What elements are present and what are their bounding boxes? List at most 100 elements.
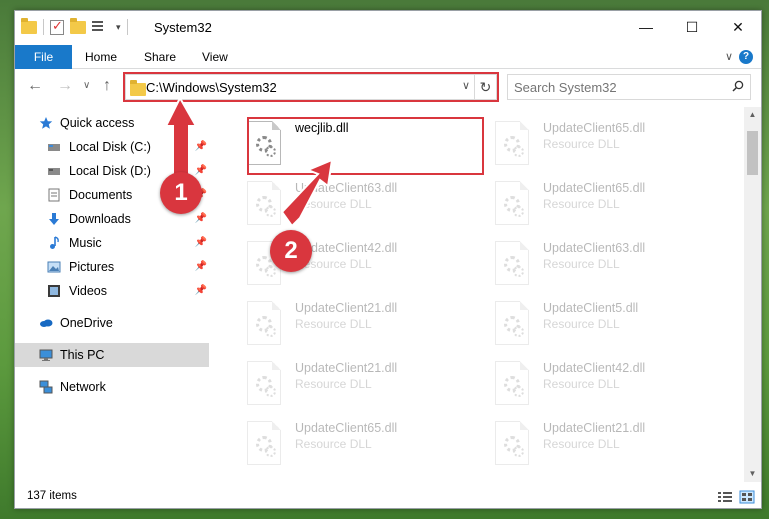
- dll-file-icon: [495, 181, 529, 225]
- dll-file-icon: [247, 361, 281, 405]
- pictures-icon: [47, 261, 61, 273]
- scroll-thumb[interactable]: [747, 131, 758, 175]
- search-icon[interactable]: [732, 80, 744, 92]
- file-item[interactable]: UpdateClient5.dll Resource DLL: [485, 295, 720, 351]
- sidebar-item-music[interactable]: Music 📌: [15, 231, 209, 255]
- scroll-down-arrow-icon[interactable]: ▼: [744, 466, 761, 482]
- customize-toolbar-chevron-icon[interactable]: ▾: [116, 22, 121, 33]
- sidebar-item-onedrive[interactable]: OneDrive: [15, 311, 209, 335]
- file-item[interactable]: UpdateClient65.dll Resource DLL: [485, 115, 720, 171]
- pin-icon[interactable]: 📌: [195, 141, 207, 152]
- sidebar-item-label: This PC: [60, 348, 105, 362]
- forward-arrow-icon[interactable]: →: [57, 77, 73, 95]
- sidebar-item-pictures[interactable]: Pictures 📌: [15, 255, 209, 279]
- details-view-icon[interactable]: [717, 490, 733, 504]
- expand-ribbon-chevron-icon[interactable]: ∨: [725, 50, 733, 63]
- scroll-up-arrow-icon[interactable]: ▲: [744, 107, 761, 123]
- file-item[interactable]: UpdateClient21.dll Resource DLL: [485, 415, 720, 471]
- step-one-callout: 1: [160, 172, 202, 214]
- dll-file-icon: [247, 181, 281, 225]
- file-item[interactable]: UpdateClient65.dll Resource DLL: [237, 415, 472, 471]
- toolbar-separator: [43, 19, 44, 35]
- file-name: UpdateClient21.dll: [295, 301, 398, 315]
- explorer-window: ▾ System32 — ☐ ✕ File Home Share View ∨ …: [14, 10, 762, 509]
- ribbon-tabs: File Home Share View ∨ ?: [15, 45, 761, 69]
- folder-icon[interactable]: [21, 17, 37, 34]
- file-item[interactable]: UpdateClient42.dll Resource DLL: [485, 355, 720, 411]
- file-type: Resource DLL: [295, 377, 372, 391]
- file-type: Resource DLL: [543, 437, 620, 451]
- tab-share[interactable]: Share: [144, 45, 176, 69]
- pin-icon[interactable]: 📌: [195, 285, 207, 296]
- pin-icon[interactable]: 📌: [195, 261, 207, 272]
- pin-icon[interactable]: 📌: [195, 237, 207, 248]
- search-input[interactable]: [514, 79, 724, 95]
- sidebar-item-this-pc[interactable]: This PC: [15, 343, 209, 367]
- file-item[interactable]: UpdateClient65.dll Resource DLL: [485, 175, 720, 231]
- file-item[interactable]: UpdateClient21.dll Resource DLL: [237, 295, 472, 351]
- sidebar-item-network[interactable]: Network: [15, 375, 209, 399]
- tab-home[interactable]: Home: [85, 45, 117, 69]
- sidebar-item-label: Local Disk (C:): [69, 140, 151, 154]
- new-folder-icon[interactable]: [70, 17, 86, 34]
- maximize-button[interactable]: ☐: [669, 11, 715, 43]
- window-controls: — ☐ ✕: [623, 11, 761, 43]
- properties-check-icon[interactable]: [50, 18, 64, 35]
- file-item[interactable]: UpdateClient63.dll Resource DLL: [237, 175, 472, 231]
- file-name: UpdateClient63.dll: [543, 241, 646, 255]
- file-type: Resource DLL: [543, 317, 620, 331]
- search-box[interactable]: [507, 74, 751, 100]
- sidebar-item-quick-access[interactable]: Quick access: [15, 111, 209, 135]
- dll-file-icon: [495, 421, 529, 465]
- close-button[interactable]: ✕: [715, 11, 761, 43]
- file-item[interactable]: UpdateClient21.dll Resource DLL: [237, 355, 472, 411]
- properties-icon[interactable]: [92, 20, 110, 34]
- music-icon: [50, 236, 59, 249]
- cloud-icon: [40, 319, 53, 327]
- back-arrow-icon[interactable]: ←: [27, 77, 43, 95]
- file-type: Resource DLL: [543, 257, 620, 271]
- up-arrow-icon[interactable]: ↑: [103, 77, 111, 95]
- star-icon: [39, 117, 53, 129]
- file-name: UpdateClient21.dll: [295, 361, 398, 375]
- download-icon: [49, 213, 59, 225]
- file-name: UpdateClient5.dll: [543, 301, 639, 315]
- file-type: Resource DLL: [295, 317, 372, 331]
- title-bar: ▾ System32 — ☐ ✕: [15, 11, 761, 45]
- sidebar-item-label: Videos: [69, 284, 107, 298]
- dll-file-icon: [247, 421, 281, 465]
- sidebar-item-label: Documents: [69, 188, 133, 202]
- navigation-bar: ← → ∨ ↑ C:\Windows\System32 ∨ ↻: [15, 70, 761, 104]
- toolbar-separator: [126, 19, 128, 35]
- file-type: Resource DLL: [543, 377, 620, 391]
- computer-icon: [39, 349, 53, 361]
- navigation-pane: Quick access Local Disk (C:) 📌 Local Dis…: [15, 107, 211, 482]
- pin-icon[interactable]: 📌: [195, 213, 207, 224]
- sidebar-item-label: Network: [60, 380, 106, 394]
- drive-icon: [48, 144, 60, 151]
- help-icon[interactable]: ?: [739, 50, 753, 64]
- dll-file-icon: [495, 301, 529, 345]
- sidebar-item-label: Quick access: [60, 116, 135, 130]
- sidebar-item-local-disk-c[interactable]: Local Disk (C:) 📌: [15, 135, 209, 159]
- tab-file[interactable]: File: [15, 45, 72, 69]
- vertical-scrollbar[interactable]: ▲ ▼: [744, 107, 761, 482]
- drive-icon: [48, 168, 60, 175]
- pin-icon[interactable]: 📌: [195, 165, 207, 176]
- quick-access-toolbar: ▾: [21, 17, 128, 35]
- file-name: UpdateClient42.dll: [543, 361, 646, 375]
- sidebar-item-label: OneDrive: [60, 316, 113, 330]
- tab-view[interactable]: View: [202, 45, 228, 69]
- file-type: Resource DLL: [543, 137, 620, 151]
- sidebar-item-videos[interactable]: Videos 📌: [15, 279, 209, 303]
- large-icons-view-icon[interactable]: [739, 490, 755, 504]
- minimize-button[interactable]: —: [623, 11, 669, 43]
- file-item[interactable]: UpdateClient63.dll Resource DLL: [485, 235, 720, 291]
- sidebar-item-label: Music: [69, 236, 102, 250]
- documents-icon: [48, 188, 60, 202]
- recent-locations-chevron-icon[interactable]: ∨: [83, 80, 90, 91]
- sidebar-item-label: Pictures: [69, 260, 115, 274]
- network-icon: [39, 380, 53, 394]
- videos-icon: [48, 285, 60, 297]
- dll-file-icon: [247, 301, 281, 345]
